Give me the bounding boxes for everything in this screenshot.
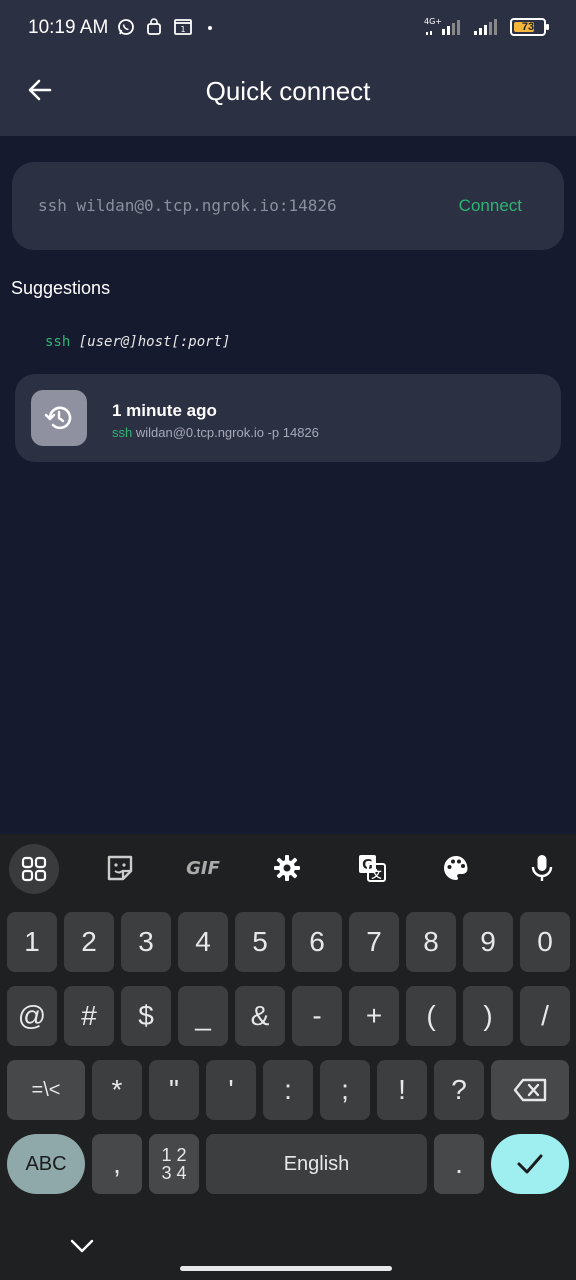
translate-icon[interactable]: G文 bbox=[347, 844, 397, 892]
backspace-key[interactable] bbox=[491, 1060, 569, 1120]
history-command-args: wildan@0.tcp.ngrok.io -p 14826 bbox=[135, 425, 319, 440]
battery-icon: 73 bbox=[510, 18, 549, 36]
key-row3-7[interactable]: ? bbox=[434, 1060, 484, 1120]
hide-keyboard-icon[interactable] bbox=[68, 1232, 96, 1260]
hint-arguments: [user@]host[:port] bbox=[78, 334, 231, 350]
dot-icon bbox=[208, 26, 212, 30]
apps-grid-icon[interactable] bbox=[9, 844, 59, 894]
shopping-bag-icon bbox=[147, 18, 161, 35]
key-row1-0[interactable]: 1 bbox=[7, 912, 57, 972]
symbols-page-key[interactable]: =\< bbox=[7, 1060, 85, 1120]
calendar-icon: 1 bbox=[174, 19, 192, 35]
key-row3-2[interactable]: " bbox=[149, 1060, 199, 1120]
svg-text:文: 文 bbox=[372, 868, 383, 881]
key-row2-3[interactable]: _ bbox=[178, 986, 228, 1046]
syntax-hint: ssh [user@]host[:port] bbox=[45, 334, 230, 350]
numpad-key-bottom: 3 4 bbox=[161, 1163, 187, 1183]
key-row1-6[interactable]: 7 bbox=[349, 912, 399, 972]
status-time: 10:19 AM bbox=[28, 17, 109, 38]
key-row1-5[interactable]: 6 bbox=[292, 912, 342, 972]
key-row3-4[interactable]: : bbox=[263, 1060, 313, 1120]
signal-icon-2 bbox=[474, 19, 497, 35]
status-bar: 10:19 AM 1 4G+ 73 bbox=[0, 0, 576, 56]
key-row2-9[interactable]: / bbox=[520, 986, 570, 1046]
key-row3-6[interactable]: ! bbox=[377, 1060, 427, 1120]
key-row2-2[interactable]: $ bbox=[121, 986, 171, 1046]
gesture-nav-handle[interactable] bbox=[180, 1266, 392, 1271]
signal-icon: 4G+ bbox=[424, 17, 460, 35]
microphone-icon[interactable] bbox=[517, 844, 567, 892]
on-screen-keyboard: GIF G文 1 2 3 4 5 6 7 8 9 0 @ # $ _ & - +() / =\< * " ':;!? AB… bbox=[0, 834, 576, 1280]
backspace-icon bbox=[513, 1078, 547, 1102]
key-row1-2[interactable]: 3 bbox=[121, 912, 171, 972]
abc-key[interactable]: ABC bbox=[7, 1134, 85, 1194]
history-command-name: ssh bbox=[112, 425, 133, 440]
command-input[interactable] bbox=[38, 196, 418, 215]
comma-key[interactable]: , bbox=[92, 1134, 142, 1194]
system-icons: 4G+ 73 bbox=[424, 17, 549, 37]
gear-icon[interactable] bbox=[262, 844, 312, 892]
key-row1-1[interactable]: 2 bbox=[64, 912, 114, 972]
key-row3-3[interactable]: ' bbox=[206, 1060, 256, 1120]
numpad-key-top: 1 2 bbox=[161, 1145, 187, 1165]
key-row2-6[interactable]: + bbox=[349, 986, 399, 1046]
key-row1-3[interactable]: 4 bbox=[178, 912, 228, 972]
sticker-icon[interactable] bbox=[95, 844, 145, 892]
key-row1-9[interactable]: 0 bbox=[520, 912, 570, 972]
period-key[interactable]: . bbox=[434, 1134, 484, 1194]
key-row3-1[interactable]: * bbox=[92, 1060, 142, 1120]
svg-text:4G+: 4G+ bbox=[424, 17, 442, 26]
key-row2-7[interactable]: ( bbox=[406, 986, 456, 1046]
keyboard-toolbar: GIF G文 bbox=[0, 834, 576, 902]
space-key[interactable]: English bbox=[206, 1134, 427, 1194]
key-row2-0[interactable]: @ bbox=[7, 986, 57, 1046]
history-icon-box bbox=[31, 390, 87, 446]
app-bar: Quick connect bbox=[0, 56, 576, 136]
key-row1-7[interactable]: 8 bbox=[406, 912, 456, 972]
suggestions-heading: Suggestions bbox=[11, 278, 111, 298]
key-row2-8[interactable]: ) bbox=[463, 986, 513, 1046]
connect-button[interactable]: Connect bbox=[459, 196, 522, 216]
battery-level: 73 bbox=[521, 21, 535, 33]
key-row1-4[interactable]: 5 bbox=[235, 912, 285, 972]
key-row3-5[interactable]: ; bbox=[320, 1060, 370, 1120]
history-command: ssh wildan@0.tcp.ngrok.io -p 14826 bbox=[112, 425, 319, 440]
key-row2-5[interactable]: - bbox=[292, 986, 342, 1046]
history-item[interactable]: 1 minute ago ssh wildan@0.tcp.ngrok.io -… bbox=[15, 374, 561, 462]
key-row1-8[interactable]: 9 bbox=[463, 912, 513, 972]
gif-button[interactable]: GIF bbox=[178, 844, 228, 892]
enter-key[interactable] bbox=[491, 1134, 569, 1194]
key-row2-4[interactable]: & bbox=[235, 986, 285, 1046]
history-time: 1 minute ago bbox=[112, 401, 217, 420]
whatsapp-icon bbox=[118, 19, 134, 35]
svg-text:1: 1 bbox=[180, 25, 185, 34]
page-title: Quick connect bbox=[205, 76, 371, 106]
key-row2-1[interactable]: # bbox=[64, 986, 114, 1046]
notification-icons: 1 bbox=[117, 18, 217, 36]
checkmark-icon bbox=[517, 1154, 543, 1174]
palette-icon[interactable] bbox=[431, 844, 481, 892]
command-box: Connect bbox=[12, 162, 564, 250]
hint-command: ssh bbox=[45, 334, 71, 350]
history-icon bbox=[44, 406, 72, 430]
numpad-key[interactable]: 1 2 3 4 bbox=[149, 1134, 199, 1194]
